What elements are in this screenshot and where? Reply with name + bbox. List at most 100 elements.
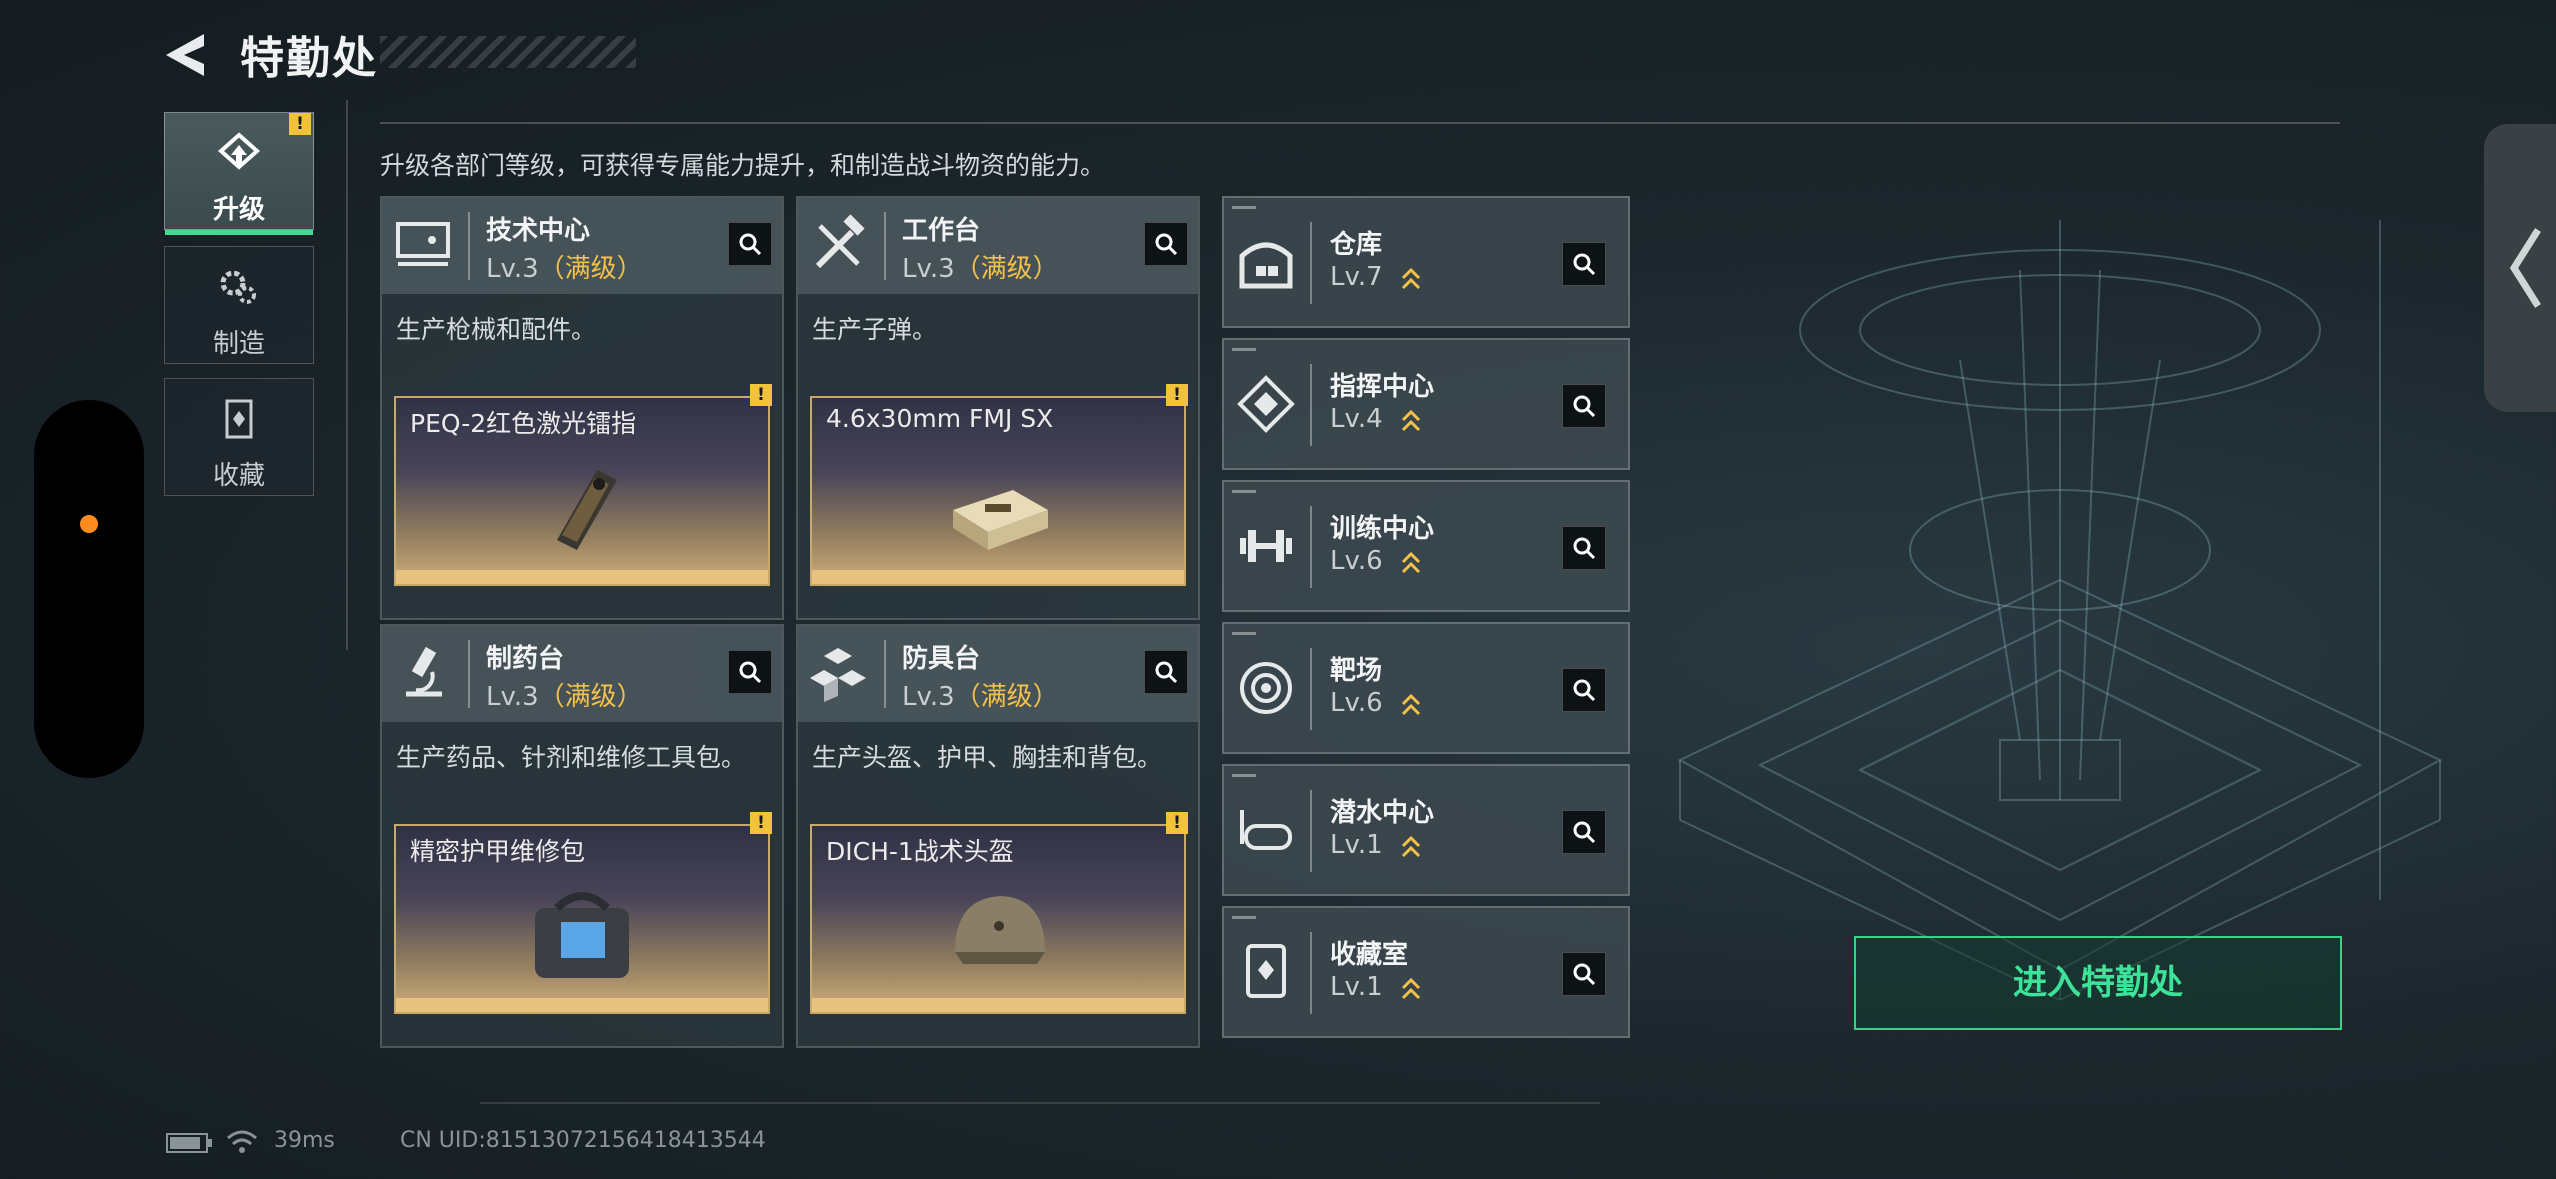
workshop-card-pharmacy[interactable]: 制药台 Lv.3（满级） 生产药品、针剂和维修工具包。 精密护甲维修包 ! xyxy=(380,624,784,1048)
workshop-level: Lv.3（满级） xyxy=(902,254,1059,284)
corner-tick xyxy=(1232,348,1256,351)
item-rarity-bar xyxy=(812,570,1184,584)
corner-tick xyxy=(1232,206,1256,209)
microscope-icon xyxy=(406,646,442,697)
building-name: 收藏室 xyxy=(1330,940,1409,970)
item-rarity-bar xyxy=(812,998,1184,1012)
frame-vertical-line xyxy=(346,100,348,650)
workshop-card-workbench[interactable]: 工作台 Lv.3（满级） 生产子弹。 4.6x30mm FMJ SX ! xyxy=(796,196,1200,620)
notification-dot xyxy=(80,515,98,533)
inspect-button[interactable] xyxy=(728,222,772,266)
item-rarity-bar xyxy=(396,570,768,584)
upgrade-available-icon xyxy=(1401,551,1421,574)
frame-bottom-line xyxy=(480,1102,1600,1104)
battery-icon xyxy=(166,1133,212,1153)
back-arrow-icon[interactable] xyxy=(160,30,214,80)
tab-upgrade[interactable]: 升级 ! xyxy=(164,112,314,235)
workshop-description: 生产子弹。 xyxy=(812,315,938,344)
building-name: 训练中心 xyxy=(1330,514,1435,544)
diving-mask-icon xyxy=(1240,810,1292,850)
building-level: Lv.6 xyxy=(1330,688,1383,718)
inspect-button[interactable] xyxy=(1144,650,1188,694)
workshop-description: 生产药品、针剂和维修工具包。 xyxy=(396,743,747,772)
building-name: 指挥中心 xyxy=(1330,372,1435,402)
corner-tick xyxy=(1232,916,1256,919)
workshop-name: 技术中心 xyxy=(486,216,591,246)
intro-text: 升级各部门等级，可获得专属能力提升，和制造战斗物资的能力。 xyxy=(380,151,1106,180)
inspect-button[interactable] xyxy=(1562,384,1606,428)
building-name: 靶场 xyxy=(1330,656,1383,686)
upgrade-available-icon xyxy=(1401,693,1421,716)
building-training-center[interactable]: 训练中心 Lv.6 xyxy=(1222,480,1630,612)
warning-badge: ! xyxy=(289,113,311,135)
upgrade-icon xyxy=(217,132,261,170)
workshop-description: 生产枪械和配件。 xyxy=(396,315,597,344)
workshop-name: 工作台 xyxy=(902,216,981,246)
warning-badge: ! xyxy=(750,812,772,834)
building-diving-center[interactable]: 潜水中心 Lv.1 xyxy=(1222,764,1630,896)
chevron-left-icon xyxy=(2509,228,2541,308)
craft-item-slot[interactable]: 精密护甲维修包 ! xyxy=(394,812,772,1014)
warning-badge: ! xyxy=(750,384,772,406)
inspect-button[interactable] xyxy=(1562,952,1606,996)
search-icon xyxy=(1573,395,1596,418)
workshop-name: 制药台 xyxy=(486,644,565,674)
workshop-card-tech-center[interactable]: 技术中心 Lv.3（满级） 生产枪械和配件。 PEQ-2红色激光镭指 ! xyxy=(380,196,784,620)
building-name: 仓库 xyxy=(1330,230,1383,260)
upgrade-available-icon xyxy=(1401,977,1421,1000)
ping-readout: 39ms xyxy=(274,1128,335,1153)
tab-craft[interactable]: 制造 xyxy=(164,246,314,364)
tab-craft-label: 制造 xyxy=(212,329,265,359)
workshop-card-armor[interactable]: 防具台 Lv.3（满级） 生产头盔、护甲、胸挂和背包。 DICH-1战术头盔 ! xyxy=(796,624,1200,1048)
building-level: Lv.1 xyxy=(1330,972,1383,1002)
item-name: 4.6x30mm FMJ SX xyxy=(826,404,1054,433)
tab-collection[interactable]: 收藏 xyxy=(164,378,314,496)
corner-tick xyxy=(1232,632,1256,635)
search-icon xyxy=(1573,963,1596,986)
card-header: 防具台 Lv.3（满级） xyxy=(798,626,1198,722)
item-name: 精密护甲维修包 xyxy=(410,837,586,866)
workshop-name: 防具台 xyxy=(902,644,981,674)
building-level: Lv.7 xyxy=(1330,262,1383,292)
building-shooting-range[interactable]: 靶场 Lv.6 xyxy=(1222,622,1630,754)
inspect-button[interactable] xyxy=(1562,810,1606,854)
workshop-description: 生产头盔、护甲、胸挂和背包。 xyxy=(812,743,1163,772)
inspect-button[interactable] xyxy=(1562,668,1606,712)
frame-top-line xyxy=(380,122,2340,124)
card-header: 技术中心 Lv.3（满级） xyxy=(382,198,782,294)
warning-badge: ! xyxy=(1166,384,1188,406)
upgrade-available-icon xyxy=(1401,267,1421,290)
enter-special-ops-button[interactable]: 进入特勤处 xyxy=(1854,936,2342,1030)
trophy-icon xyxy=(1246,944,1286,998)
craft-item-slot[interactable]: 4.6x30mm FMJ SX ! xyxy=(810,384,1188,586)
right-edge-drawer[interactable] xyxy=(2484,124,2556,412)
search-icon xyxy=(1573,679,1596,702)
inspect-button[interactable] xyxy=(1562,242,1606,286)
helmet-icon xyxy=(955,896,1045,964)
card-header: 工作台 Lv.3（满级） xyxy=(798,198,1198,294)
user-uid: CN UID:815130721564184135​44 xyxy=(400,1128,766,1153)
inspect-button[interactable] xyxy=(1144,222,1188,266)
ammo-box-icon xyxy=(953,490,1048,550)
wifi-icon xyxy=(227,1130,257,1153)
building-collection-room[interactable]: 收藏室 Lv.1 xyxy=(1222,906,1630,1038)
item-name: DICH-1战术头盔 xyxy=(826,837,1014,866)
page-title: 特勤处 xyxy=(240,33,378,84)
inspect-button[interactable] xyxy=(728,650,772,694)
side-handle[interactable] xyxy=(34,400,144,778)
card-divider xyxy=(1310,648,1312,730)
building-warehouse[interactable]: 仓库 Lv.7 xyxy=(1222,196,1630,328)
inspect-button[interactable] xyxy=(1562,526,1606,570)
tab-upgrade-label: 升级 xyxy=(212,195,265,225)
building-command-center[interactable]: 指挥中心 Lv.4 xyxy=(1222,338,1630,470)
card-divider xyxy=(884,212,886,280)
corner-tick xyxy=(1232,490,1256,493)
collection-icon xyxy=(225,399,253,439)
warning-badge: ! xyxy=(1166,812,1188,834)
search-icon xyxy=(1573,537,1596,560)
laser-sight-icon xyxy=(557,470,617,550)
gears-icon xyxy=(220,270,256,304)
craft-item-slot[interactable]: DICH-1战术头盔 ! xyxy=(810,812,1188,1014)
card-divider xyxy=(1310,790,1312,872)
craft-item-slot[interactable]: PEQ-2红色激光镭指 ! xyxy=(394,384,772,586)
